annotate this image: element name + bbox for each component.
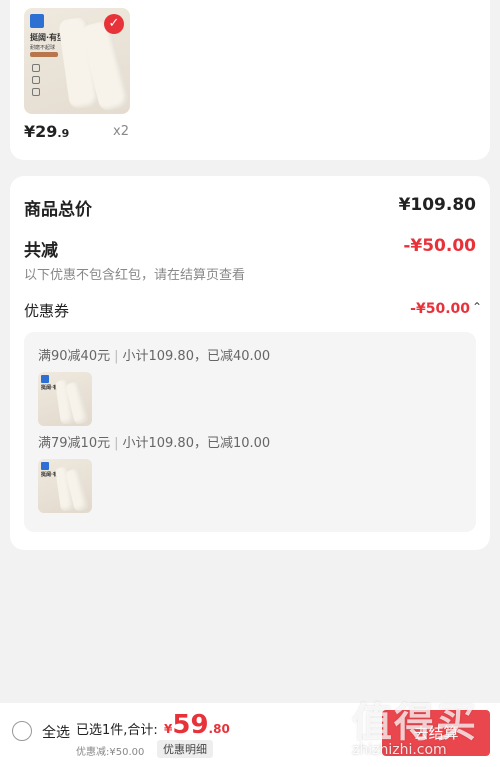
thumb-tag [30,52,58,57]
brand-logo-icon [41,375,49,383]
watermark-url: zhizhizhi.com [352,742,447,758]
discount-item-thumbnail: 挺阔·有型 [38,372,92,426]
item-quantity: x2 [113,124,129,139]
brand-logo-icon [30,14,44,28]
coupon-label[interactable]: 优惠券 [24,300,69,321]
discount-detail: 小计109.80，已减10.00 [122,436,271,451]
discount-item-thumbnail: 挺阔·有型 [38,459,92,513]
brand-logo-icon [41,462,49,470]
item-price: ¥29.9 [24,122,70,141]
selected-count: 已选1件,合计: [76,723,158,738]
discount-detail-button[interactable]: 优惠明细 [157,740,213,758]
discount-note: 以下优惠不包含红包，请在结算页查看 [24,268,246,283]
discount-detail: 小计109.80，已减40.00 [122,349,271,364]
coupon-value[interactable]: -¥50.00 [410,301,470,317]
select-all-label[interactable]: 全选 [42,722,70,742]
selected-check-icon[interactable]: ✓ [104,14,124,34]
feature-icon [32,76,40,84]
discount-rule: 满79减10元 [38,436,111,451]
feature-icon [32,88,40,96]
feature-icon [32,64,40,72]
divider: | [114,436,119,451]
reduce-value: -¥50.00 [403,236,476,256]
chevron-up-icon[interactable]: ⌃ [472,300,482,314]
total-value: ¥109.80 [398,195,476,215]
discount-rule-row: 满79减10元 | 小计109.80，已减10.00 [38,432,270,451]
thumb-subtitle: 耐磨不起球 [30,45,56,51]
discount-rule-row: 满90减40元 | 小计109.80，已减40.00 [38,345,270,364]
discount-summary: 优惠减:¥50.00 [76,747,145,758]
total-payable: ¥59.80 [164,710,230,740]
reduce-label: 共减 [24,241,58,261]
total-label: 商品总价 [24,200,92,220]
discount-rule: 满90减40元 [38,349,111,364]
watermark-logo: 值得买 [352,700,478,746]
select-all-radio[interactable] [12,721,32,741]
divider: | [114,349,119,364]
